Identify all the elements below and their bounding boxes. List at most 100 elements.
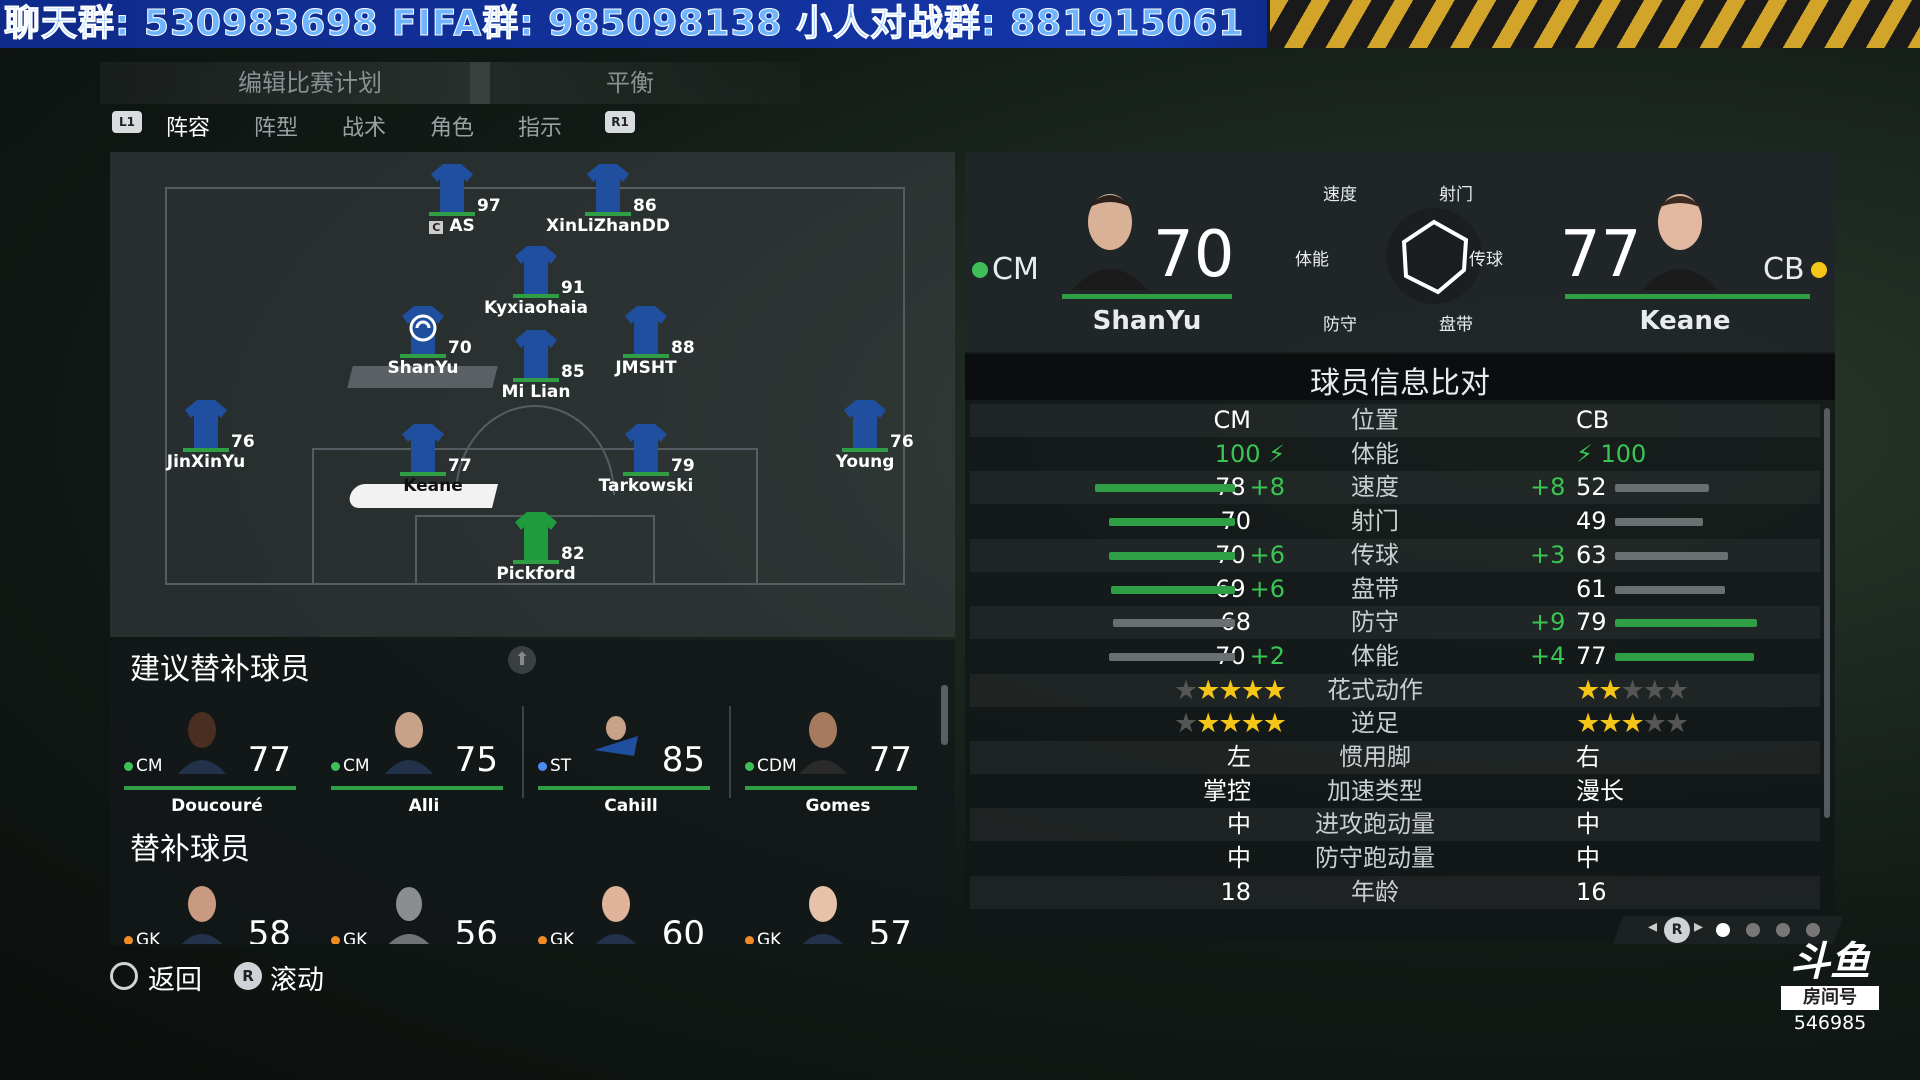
player-rating: 56 bbox=[454, 914, 498, 944]
jersey-icon bbox=[513, 326, 559, 382]
jersey-icon bbox=[429, 160, 475, 216]
right-player-bar bbox=[1565, 294, 1810, 299]
attribute-label: 逆足 bbox=[1351, 709, 1399, 738]
left-number: CM bbox=[1213, 406, 1251, 434]
player-portrait bbox=[381, 706, 437, 774]
right-boost: +8 bbox=[1530, 473, 1566, 502]
pitch-player[interactable]: 88 JMSHT bbox=[571, 302, 721, 378]
subtab-formation[interactable]: 阵型 bbox=[254, 110, 298, 142]
player-portrait-placeholder bbox=[381, 880, 437, 944]
logo-brand: 斗鱼 bbox=[1790, 939, 1870, 985]
r1-button-icon: R1 bbox=[605, 111, 635, 133]
subtab-lineup[interactable]: 阵容 bbox=[166, 110, 210, 142]
right-value: 52 bbox=[1576, 471, 1607, 504]
page-dot-active[interactable] bbox=[1716, 923, 1730, 937]
right-star-rating: ★★★★★ bbox=[1576, 674, 1689, 706]
right-number: 16 bbox=[1576, 877, 1607, 906]
compare-row: 加速类型 掌控 漫长 bbox=[970, 775, 1820, 808]
right-player-position: CB bbox=[1763, 252, 1805, 287]
subtab-tactics[interactable]: 战术 bbox=[342, 110, 386, 142]
player-portrait bbox=[588, 706, 644, 774]
compare-row: 体能 100 ⚡ ⚡ 100 bbox=[970, 438, 1820, 471]
bench-card[interactable]: GK 57 bbox=[733, 880, 918, 944]
circle-button-icon bbox=[110, 962, 138, 990]
compare-row: 防守 68 79 +9 bbox=[970, 606, 1820, 640]
suggested-sub-card[interactable]: CDM 77 Gomes bbox=[733, 706, 918, 816]
chevron-right-icon[interactable]: ▸ bbox=[1694, 916, 1703, 937]
douyu-logo: 斗鱼 房间号 546985 bbox=[1775, 940, 1885, 1050]
subtab-roles[interactable]: 角色 bbox=[430, 110, 474, 142]
suggested-sub-card[interactable]: CM 77 Doucouré bbox=[112, 706, 297, 816]
player-portrait bbox=[795, 706, 851, 774]
left-value: 掌控 bbox=[1203, 775, 1251, 808]
compare-row: 盘带69+661 bbox=[970, 573, 1820, 606]
pitch-player-goalkeeper[interactable]: 82 Pickford bbox=[461, 508, 611, 584]
left-value: 中 bbox=[1227, 808, 1251, 841]
pitch-player[interactable]: 86 XinLiZhanDD bbox=[533, 160, 683, 236]
lightning-icon: ⚡ bbox=[1576, 439, 1601, 468]
arrow-up-icon[interactable]: ⬆ bbox=[508, 646, 536, 674]
tab-edit-match-plan[interactable]: 编辑比赛计划 bbox=[238, 66, 382, 100]
radar-label: 射门 bbox=[1439, 185, 1473, 205]
suggested-sub-card[interactable]: CM 75 Alli bbox=[319, 706, 504, 816]
right-stat-bar bbox=[1615, 619, 1757, 628]
player-rating: 57 bbox=[868, 914, 912, 944]
attribute-label: 位置 bbox=[1351, 406, 1399, 434]
banner-text: 聊天群: 530983698 FIFA群: 985098138 小人对战群: 8… bbox=[3, 3, 1245, 45]
player-rating: 91 bbox=[561, 278, 585, 298]
bench-card[interactable]: GK 58 bbox=[112, 880, 297, 944]
player-rating: 97 bbox=[477, 196, 501, 216]
right-player-portrait bbox=[1640, 182, 1720, 290]
bench-card[interactable]: GK 56 bbox=[319, 880, 504, 944]
player-name: Gomes bbox=[805, 796, 871, 816]
tab-balance[interactable]: 平衡 bbox=[606, 66, 654, 100]
pitch-player[interactable]: 76 Young bbox=[790, 396, 940, 472]
right-number: 漫长 bbox=[1576, 776, 1624, 805]
attribute-label: 体能 bbox=[1351, 439, 1399, 468]
player-position: CM bbox=[343, 756, 370, 776]
comparison-scrollbar[interactable] bbox=[1824, 408, 1830, 818]
player-rating: 77 bbox=[448, 456, 472, 476]
room-label: 房间号 bbox=[1781, 986, 1879, 1010]
right-stat-bar bbox=[1615, 518, 1703, 527]
right-value: 77 bbox=[1576, 640, 1607, 673]
chevron-left-icon[interactable]: ◂ bbox=[1648, 916, 1657, 937]
page-dot[interactable] bbox=[1806, 923, 1820, 937]
bench-card[interactable]: GK 60 bbox=[526, 880, 711, 944]
right-value: 61 bbox=[1576, 573, 1607, 606]
r-stick-icon: R bbox=[234, 962, 262, 990]
left-stat-bar bbox=[1109, 652, 1235, 661]
comparison-title: 球员信息比对 bbox=[1310, 366, 1490, 401]
right-number: 79 bbox=[1576, 608, 1607, 637]
suggested-sub-card[interactable]: ST 85 Cahill bbox=[526, 706, 711, 816]
left-boost: +6 bbox=[1249, 540, 1285, 569]
player-name: Alli bbox=[408, 796, 440, 816]
player-portrait bbox=[588, 880, 644, 944]
page-dot[interactable] bbox=[1746, 923, 1760, 937]
suggested-subs-title: 建议替补球员 bbox=[130, 652, 310, 687]
scroll-button[interactable]: 滚动 bbox=[270, 958, 324, 997]
subs-scrollbar[interactable] bbox=[941, 685, 948, 745]
player-portrait bbox=[795, 880, 851, 944]
page-dot[interactable] bbox=[1776, 923, 1790, 937]
pitch-player-selected[interactable]: 77 Keane bbox=[348, 420, 498, 496]
right-stat-bar bbox=[1615, 585, 1725, 594]
radar-label: 防守 bbox=[1323, 315, 1357, 335]
pitch-player[interactable]: 76 JinXinYu bbox=[131, 396, 281, 472]
back-button[interactable]: 返回 bbox=[148, 958, 202, 997]
attribute-label: 盘带 bbox=[1351, 574, 1399, 603]
player-rating: 77 bbox=[247, 740, 291, 780]
player-name: Mi Lian bbox=[501, 382, 571, 402]
player-rating: 79 bbox=[671, 456, 695, 476]
right-player-rating: 77 bbox=[1560, 218, 1642, 292]
pitch-player[interactable]: 97 C AS bbox=[377, 160, 527, 236]
subtab-instructions[interactable]: 指示 bbox=[518, 110, 562, 142]
compare-row: 速度78+852+8 bbox=[970, 471, 1820, 505]
attribute-label: 速度 bbox=[1351, 473, 1399, 502]
position-dot bbox=[1811, 262, 1827, 278]
player-rating: 60 bbox=[661, 914, 705, 944]
compare-row: 花式动作 ★★★★★ ★★★★★ bbox=[970, 673, 1820, 707]
bench-title: 替补球员 bbox=[130, 832, 250, 867]
radar-label: 速度 bbox=[1323, 185, 1357, 205]
pitch-player[interactable]: 79 Tarkowski bbox=[571, 420, 721, 496]
